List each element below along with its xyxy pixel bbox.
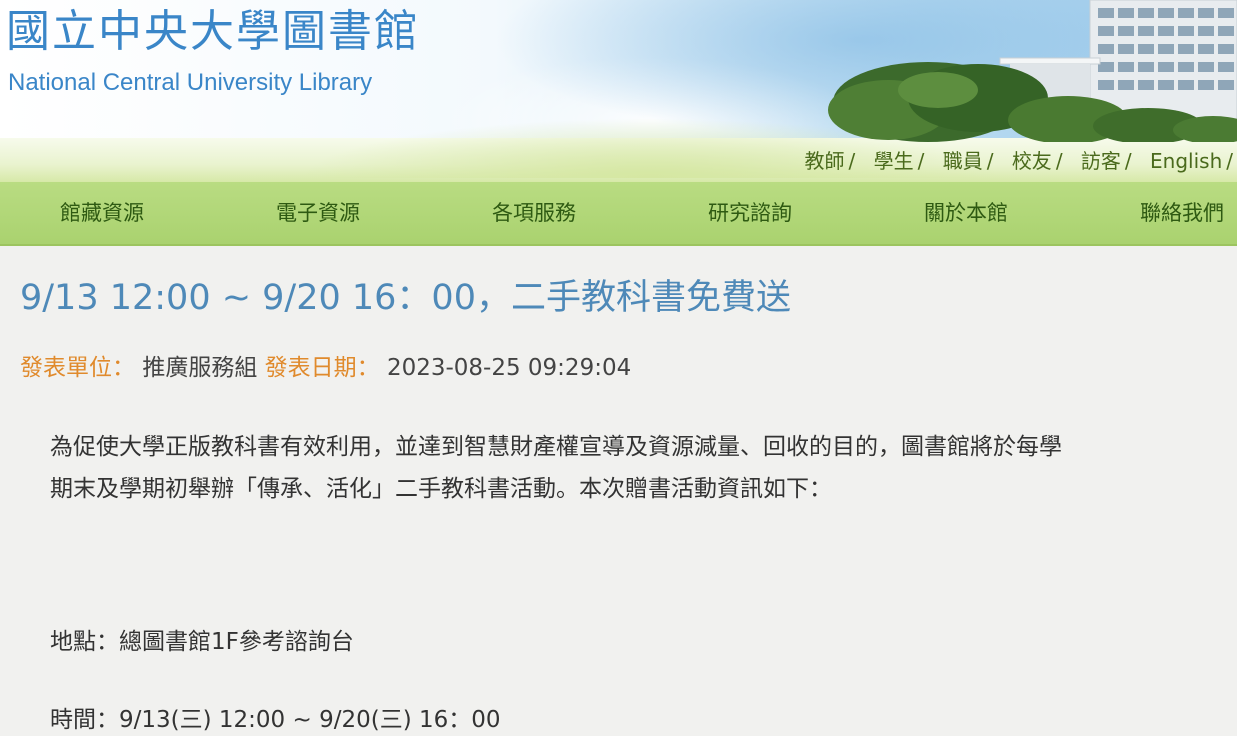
nav-services[interactable]: 各項服務 — [492, 198, 576, 228]
article-meta: 發表單位： 推廣服務組 發表日期： 2023-08-25 09:29:04 — [20, 352, 631, 384]
link-separator: / — [1124, 149, 1132, 173]
link-visitors[interactable]: 訪客 — [1081, 149, 1121, 173]
site-header: 國立中央大學圖書館 National Central University Li… — [0, 0, 1237, 182]
publish-date-value: 2023-08-25 09:29:04 — [386, 355, 632, 381]
site-title-chinese[interactable]: 國立中央大學圖書館 — [6, 6, 420, 58]
nav-about-library[interactable]: 關於本館 — [924, 198, 1008, 228]
article-intro-line-1: 為促使大學正版教科書有效利用，並達到智慧財產權宣導及資源減量、回收的目的，圖書館… — [50, 434, 1062, 460]
link-separator: / — [1055, 149, 1063, 173]
nav-research-consultation[interactable]: 研究諮詢 — [708, 198, 792, 228]
link-teachers[interactable]: 教師 — [804, 149, 844, 173]
link-english[interactable]: English — [1150, 149, 1222, 173]
publish-date-label: 發表日期： — [264, 355, 380, 381]
event-location: 地點：總圖書館1F參考諮詢台 — [50, 629, 354, 655]
trees-image — [828, 62, 1237, 142]
news-article: 9/13 12:00 ~ 9/20 16：00，二手教科書免費送 發表單位： 推… — [0, 246, 1237, 736]
article-intro: 為促使大學正版教科書有效利用，並達到智慧財產權宣導及資源減量、回收的目的，圖書館… — [50, 426, 1237, 510]
article-intro-line-2: 期末及學期初舉辦「傳承、活化」二手教科書活動。本次贈書活動資訊如下： — [50, 476, 832, 502]
article-title: 9/13 12:00 ~ 9/20 16：00，二手教科書免費送 — [20, 278, 791, 318]
event-time: 時間：9/13(三) 12:00 ~ 9/20(三) 16：00 — [50, 707, 501, 733]
link-separator: / — [848, 149, 856, 173]
link-alumni[interactable]: 校友 — [1012, 149, 1052, 173]
nav-contact-us[interactable]: 聯絡我們 — [1140, 198, 1224, 228]
publisher-label: 發表單位： — [20, 355, 135, 381]
link-separator: / — [1226, 149, 1233, 173]
link-separator: / — [986, 149, 994, 173]
audience-links: 教師 / 學生 / 職員 / 校友 / 訪客 / English / — [804, 146, 1233, 176]
site-title-english[interactable]: National Central University Library — [8, 68, 372, 98]
publisher-value: 推廣服務組 — [142, 355, 258, 381]
link-staff[interactable]: 職員 — [943, 149, 983, 173]
link-students[interactable]: 學生 — [874, 149, 914, 173]
nav-collections[interactable]: 館藏資源 — [60, 198, 144, 228]
main-nav: 館藏資源 電子資源 各項服務 研究諮詢 關於本館 聯絡我們 — [0, 182, 1237, 246]
nav-e-resources[interactable]: 電子資源 — [276, 198, 360, 228]
link-separator: / — [917, 149, 925, 173]
